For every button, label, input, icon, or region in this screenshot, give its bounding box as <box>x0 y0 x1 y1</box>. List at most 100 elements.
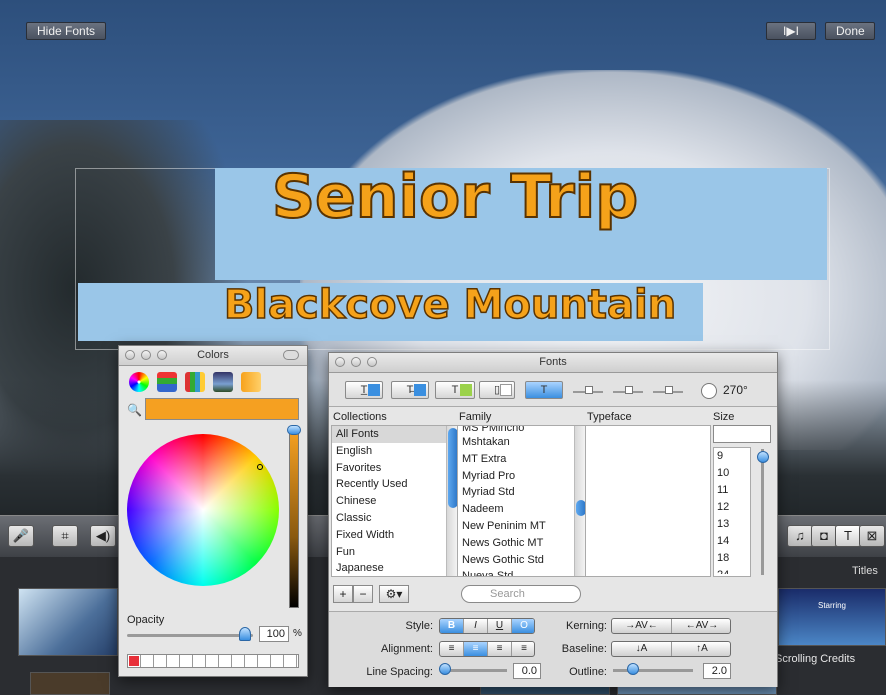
remove-collection-button[interactable]: − <box>353 585 373 603</box>
crayons-mode-icon[interactable] <box>241 372 261 392</box>
list-item[interactable]: News Gothic Std <box>458 552 586 569</box>
minimize-icon[interactable] <box>351 357 361 367</box>
size-field[interactable] <box>713 425 771 443</box>
list-item[interactable]: Fixed Width <box>332 527 458 544</box>
family-list[interactable]: MS PMincho Mshtakan MT Extra Myriad Pro … <box>457 425 587 577</box>
align-center-icon[interactable]: ≡ <box>464 642 488 656</box>
style-segmented-control[interactable]: B I U O <box>439 618 535 634</box>
minimize-icon[interactable] <box>141 350 151 360</box>
list-item[interactable]: New Peninim MT <box>458 518 586 535</box>
list-item[interactable]: Nueva Std <box>458 568 586 576</box>
align-left-icon[interactable]: ≡ <box>440 642 464 656</box>
gear-icon[interactable]: ⚙▾ <box>379 585 409 603</box>
list-item[interactable]: English <box>332 443 458 460</box>
outline-field[interactable]: 2.0 <box>703 663 731 679</box>
microphone-icon[interactable]: 🎤 <box>8 525 34 547</box>
text-color-button[interactable]: T <box>435 381 475 399</box>
list-item[interactable]: 18 <box>714 550 750 567</box>
list-item[interactable]: Classic <box>332 510 458 527</box>
shadow-angle-dial[interactable] <box>701 383 717 399</box>
title-sub-text[interactable]: Blackcove Mountain <box>190 281 710 329</box>
saved-swatches[interactable] <box>127 654 299 668</box>
transitions-icon[interactable]: ⊠ <box>859 525 885 547</box>
color-wheel[interactable] <box>127 434 279 586</box>
list-item[interactable]: MT Extra <box>458 451 586 468</box>
text-shadow-button[interactable]: T <box>525 381 563 399</box>
document-color-button[interactable]: ▯ <box>479 381 515 399</box>
list-item[interactable]: 13 <box>714 516 750 533</box>
color-wheel-mode-icon[interactable] <box>129 372 149 392</box>
raise-baseline-button[interactable]: ↑A <box>672 642 730 656</box>
music-icon[interactable]: ♫ <box>787 525 813 547</box>
list-item[interactable]: 14 <box>714 533 750 550</box>
crop-icon[interactable]: ⌗ <box>52 525 78 547</box>
align-justify-icon[interactable]: ≡ <box>488 642 512 656</box>
underline-button[interactable]: U <box>488 619 512 633</box>
alignment-segmented-control[interactable]: ≡ ≡ ≡ ≡ <box>439 641 535 657</box>
list-item[interactable]: Japanese <box>332 560 458 576</box>
search-input[interactable]: Search <box>461 585 581 603</box>
camera-icon[interactable]: ◘ <box>811 525 837 547</box>
baseline-control[interactable]: ↓A ↑A <box>611 641 731 657</box>
fonts-titlebar[interactable]: Fonts <box>329 353 777 373</box>
add-collection-button[interactable]: + <box>333 585 353 603</box>
slider-knob[interactable] <box>665 386 673 394</box>
saved-swatch[interactable] <box>129 656 139 666</box>
outline-slider-knob[interactable] <box>627 663 639 675</box>
zoom-icon[interactable] <box>157 350 167 360</box>
titles-icon[interactable]: T <box>835 525 861 547</box>
colors-titlebar[interactable]: Colors <box>119 346 307 366</box>
clip-thumbnail[interactable] <box>30 672 110 695</box>
title-main-text[interactable]: Senior Trip <box>215 161 695 233</box>
list-item[interactable]: All Fonts <box>332 426 458 443</box>
close-icon[interactable] <box>125 350 135 360</box>
list-item[interactable]: Favorites <box>332 460 458 477</box>
list-item[interactable]: 11 <box>714 482 750 499</box>
line-spacing-slider-knob[interactable] <box>439 663 451 675</box>
scrolling-credits-thumbnail[interactable]: Starring <box>778 588 886 646</box>
list-item[interactable]: 24 <box>714 567 750 574</box>
color-palettes-mode-icon[interactable] <box>185 372 205 392</box>
brightness-slider[interactable] <box>289 430 299 608</box>
image-palettes-mode-icon[interactable] <box>213 372 233 392</box>
outline-button[interactable]: O <box>512 619 534 633</box>
done-button[interactable]: Done <box>825 22 875 40</box>
play-button[interactable]: I▶I <box>766 22 816 40</box>
list-item[interactable]: MS PMincho <box>458 426 586 434</box>
shadow-blur-slider[interactable] <box>613 386 643 394</box>
underline-effect-button[interactable]: T̲ <box>345 381 383 399</box>
audio-icon[interactable]: ◀) <box>90 525 116 547</box>
clip-thumbnail[interactable] <box>18 588 118 656</box>
list-item[interactable]: Myriad Pro <box>458 468 586 485</box>
strikethrough-effect-button[interactable]: T̶ <box>391 381 429 399</box>
hide-fonts-button[interactable]: Hide Fonts <box>26 22 107 40</box>
outline-slider[interactable] <box>613 669 693 672</box>
magnifier-icon[interactable]: 🔍 <box>127 403 142 417</box>
list-item[interactable]: 12 <box>714 499 750 516</box>
opacity-slider-knob[interactable] <box>239 627 251 641</box>
current-color-swatch[interactable] <box>145 398 299 420</box>
close-icon[interactable] <box>335 357 345 367</box>
bold-button[interactable]: B <box>440 619 464 633</box>
collections-list[interactable]: All Fonts English Favorites Recently Use… <box>331 425 459 577</box>
list-item[interactable]: Myriad Std <box>458 484 586 501</box>
toolbar-toggle-icon[interactable] <box>283 350 299 360</box>
opacity-field[interactable]: 100 <box>259 626 289 642</box>
list-item[interactable]: 10 <box>714 465 750 482</box>
list-item[interactable]: Recently Used <box>332 476 458 493</box>
italic-button[interactable]: I <box>464 619 488 633</box>
loosen-kerning-button[interactable]: ←AV→ <box>672 619 730 633</box>
size-slider-knob[interactable] <box>757 451 769 463</box>
lower-baseline-button[interactable]: ↓A <box>612 642 672 656</box>
list-item[interactable]: Chinese <box>332 493 458 510</box>
zoom-icon[interactable] <box>367 357 377 367</box>
slider-knob[interactable] <box>585 386 593 394</box>
typeface-list[interactable] <box>585 425 711 577</box>
list-item[interactable]: Nadeem <box>458 501 586 518</box>
size-slider[interactable] <box>761 449 764 575</box>
align-right-icon[interactable]: ≡ <box>512 642 534 656</box>
kerning-control[interactable]: →AV← ←AV→ <box>611 618 731 634</box>
tighten-kerning-button[interactable]: →AV← <box>612 619 672 633</box>
size-list[interactable]: 9 10 11 12 13 14 18 24 <box>713 447 751 577</box>
color-sliders-mode-icon[interactable] <box>157 372 177 392</box>
